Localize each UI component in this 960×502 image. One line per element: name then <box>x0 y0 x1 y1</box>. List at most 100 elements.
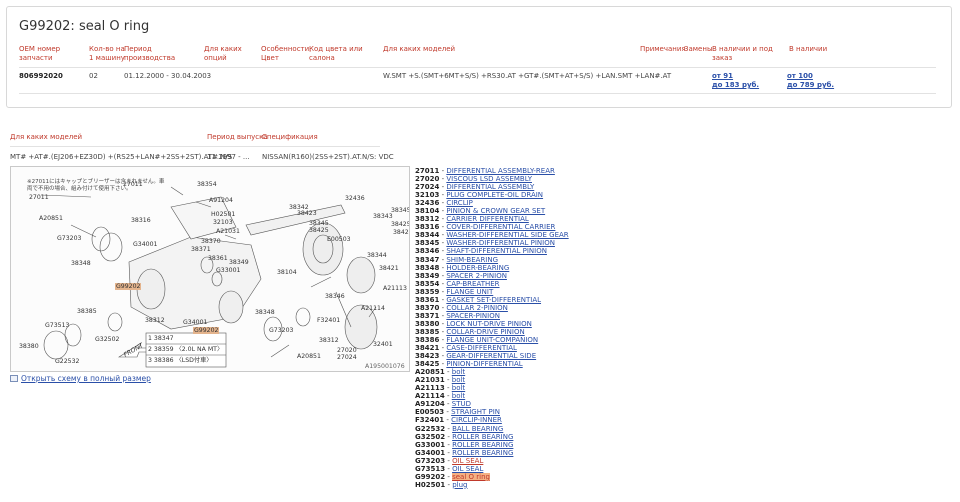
part-code: A91204 <box>415 400 445 409</box>
part-name-link[interactable]: seal O ring <box>452 472 490 481</box>
part-name-link[interactable]: ROLLER BEARING <box>452 449 513 457</box>
part-name-link[interactable]: CARRIER DIFFERENTIAL <box>446 215 528 223</box>
part-name-link[interactable]: VISCOUS LSD ASSEMBLY <box>446 175 532 183</box>
open-full-diagram-link[interactable]: Открыть схему в полный размер <box>10 374 151 383</box>
part-name-link[interactable]: PINION & CROWN GEAR SET <box>446 207 545 215</box>
diagram-label[interactable]: 38380 <box>19 343 39 350</box>
diagram-label[interactable]: 32103 <box>213 219 233 226</box>
part-name-link[interactable]: ROLLER BEARING <box>452 441 513 449</box>
diagram-label[interactable]: 38344 <box>367 252 387 259</box>
diagram-label[interactable]: 38348 <box>71 260 91 267</box>
diagram-label[interactable]: 32401 <box>373 341 393 348</box>
diagram-label[interactable]: G73203 <box>269 327 293 334</box>
part-name-link[interactable]: bolt <box>452 368 465 376</box>
diagram-label[interactable]: G34001 <box>183 319 207 326</box>
part-name-link[interactable]: FLANGE UNIT-COMPANION <box>446 336 538 344</box>
diagram-label[interactable]: 38316 <box>131 217 151 224</box>
diagram-label[interactable]: 38348 <box>255 309 275 316</box>
part-name-link[interactable]: FLANGE UNIT <box>446 288 493 296</box>
part-name-link[interactable]: PLUG COMPLETE-OIL DRAIN <box>446 191 543 199</box>
diagram-label-highlighted[interactable]: G99202 <box>115 283 142 290</box>
diagram-label[interactable]: G22532 <box>55 358 79 365</box>
part-name-link[interactable]: CIRCLIP <box>446 199 473 207</box>
diagram-label[interactable]: 38385 <box>77 308 97 315</box>
order-price-from-link[interactable]: от 91 <box>712 72 759 81</box>
part-name-link[interactable]: HOLDER-BEARING <box>446 264 509 272</box>
diagram-label[interactable]: G73203 <box>57 235 81 242</box>
diagram-label[interactable]: 38425 <box>309 227 329 234</box>
diagram-label[interactable]: 38349 <box>229 259 249 266</box>
part-name-link[interactable]: GEAR-DIFFERENTIAL SIDE <box>446 352 536 360</box>
part-name-link[interactable]: CASE-DIFFERENTIAL <box>446 344 517 352</box>
part-name-link[interactable]: DIFFERENTIAL ASSEMBLY <box>446 183 534 191</box>
diagram-label-highlighted[interactable]: G99202 <box>193 327 220 334</box>
part-name-link[interactable]: SPACER-PINION <box>446 312 500 320</box>
part-name-link[interactable]: bolt <box>452 376 465 384</box>
part-code: 38348 <box>415 263 440 272</box>
part-name-link[interactable]: COLLAR 2-PINION <box>446 304 508 312</box>
diagram-label[interactable]: A20851 <box>39 215 63 222</box>
stock-price-to-link[interactable]: до 789 руб. <box>787 81 834 90</box>
diagram-label[interactable]: 38371 <box>191 246 211 253</box>
diagram-label[interactable]: 38312 <box>319 337 339 344</box>
part-name-link[interactable]: DIFFERENTIAL ASSEMBLY-REAR <box>446 167 555 175</box>
diagram-label[interactable]: 38345 <box>309 220 329 227</box>
diagram-label[interactable]: 32436 <box>345 195 365 202</box>
part-name-link[interactable]: plug <box>452 481 467 489</box>
diagram-label[interactable]: G34001 <box>133 241 157 248</box>
part-name-link[interactable]: LOCK NUT-DRIVE PINION <box>446 320 531 328</box>
part-name-link[interactable]: WASHER-DIFFERENTIAL SIDE GEAR <box>446 231 568 239</box>
diagram-label[interactable]: 38425 <box>391 221 409 228</box>
part-name-link[interactable]: BALL BEARING <box>452 425 503 433</box>
section-header-period: Период выпуска <box>207 133 268 141</box>
diagram-label[interactable]: A21031 <box>216 228 240 235</box>
part-name-link[interactable]: COLLAR-DRIVE PINION <box>446 328 524 336</box>
part-name-link[interactable]: OIL SEAL <box>452 457 483 465</box>
part-name-link[interactable]: CIRCLIP-INNER <box>451 416 502 424</box>
diagram-label[interactable]: G33001 <box>216 267 240 274</box>
part-name-link[interactable]: STRAIGHT PIN <box>451 408 500 416</box>
order-price-to-link[interactable]: до 183 руб. <box>712 81 759 90</box>
diagram-label[interactable]: A20851 <box>297 353 321 360</box>
parts-diagram[interactable]: ※27011にはキャップとブリーザーは含まれません。車両で不用の場合、組み付けて… <box>10 166 410 372</box>
diagram-label[interactable]: 38345 <box>391 207 409 214</box>
diagram-label[interactable]: 38370 <box>201 238 221 245</box>
diagram-label[interactable]: 27011 <box>123 181 143 188</box>
diagram-label[interactable]: 38423 <box>297 210 317 217</box>
figure-id: A195001076 <box>365 363 405 370</box>
diagram-label[interactable]: G32502 <box>95 336 119 343</box>
stock-price-from-link[interactable]: от 100 <box>787 72 834 81</box>
diagram-label[interactable]: 27024 <box>337 354 357 361</box>
diagram-label[interactable]: A21113 <box>383 285 407 292</box>
diagram-label[interactable]: 38423 <box>393 229 409 236</box>
part-name-link[interactable]: GASKET SET-DIFFERENTIAL <box>446 296 541 304</box>
part-name-link[interactable]: SPACER 2-PINION <box>446 272 507 280</box>
diagram-label[interactable]: 38343 <box>373 213 393 220</box>
diagram-label[interactable]: 38421 <box>379 265 399 272</box>
part-name-link[interactable]: PINION-DIFFERENTIAL <box>446 360 522 368</box>
part-name-link[interactable]: WASHER-DIFFERENTIAL PINION <box>446 239 555 247</box>
diagram-label[interactable]: 27011 <box>29 194 49 201</box>
diagram-label[interactable]: 38104 <box>277 269 297 276</box>
diagram-label[interactable]: H02501 <box>211 211 235 218</box>
part-name-link[interactable]: OIL SEAL <box>452 465 483 473</box>
diagram-label[interactable]: E00503 <box>327 236 351 243</box>
part-code: 38421 <box>415 344 440 353</box>
diagram-label[interactable]: 38354 <box>197 181 217 188</box>
part-name-link[interactable]: CAP-BREATHER <box>446 280 499 288</box>
part-name-link[interactable]: SHIM-BEARING <box>446 256 498 264</box>
part-name-link[interactable]: COVER-DIFFERENTIAL CARRIER <box>446 223 555 231</box>
part-name-link[interactable]: ROLLER BEARING <box>452 433 513 441</box>
part-name-link[interactable]: bolt <box>452 392 465 400</box>
part-name-link[interactable]: STUD <box>452 400 471 408</box>
diagram-label[interactable]: 38312 <box>145 317 165 324</box>
diagram-label[interactable]: 38346 <box>325 293 345 300</box>
part-name-link[interactable]: bolt <box>452 384 465 392</box>
diagram-label[interactable]: 38361 <box>208 255 228 262</box>
diagram-label[interactable]: G73513 <box>45 322 69 329</box>
part-name-link[interactable]: SHAFT-DIFFERENTIAL PINION <box>446 247 547 255</box>
diagram-label[interactable]: A91204 <box>209 197 233 204</box>
diagram-label[interactable]: 27020 <box>337 347 357 354</box>
diagram-label[interactable]: F32401 <box>317 317 340 324</box>
diagram-label[interactable]: A21114 <box>361 305 385 312</box>
